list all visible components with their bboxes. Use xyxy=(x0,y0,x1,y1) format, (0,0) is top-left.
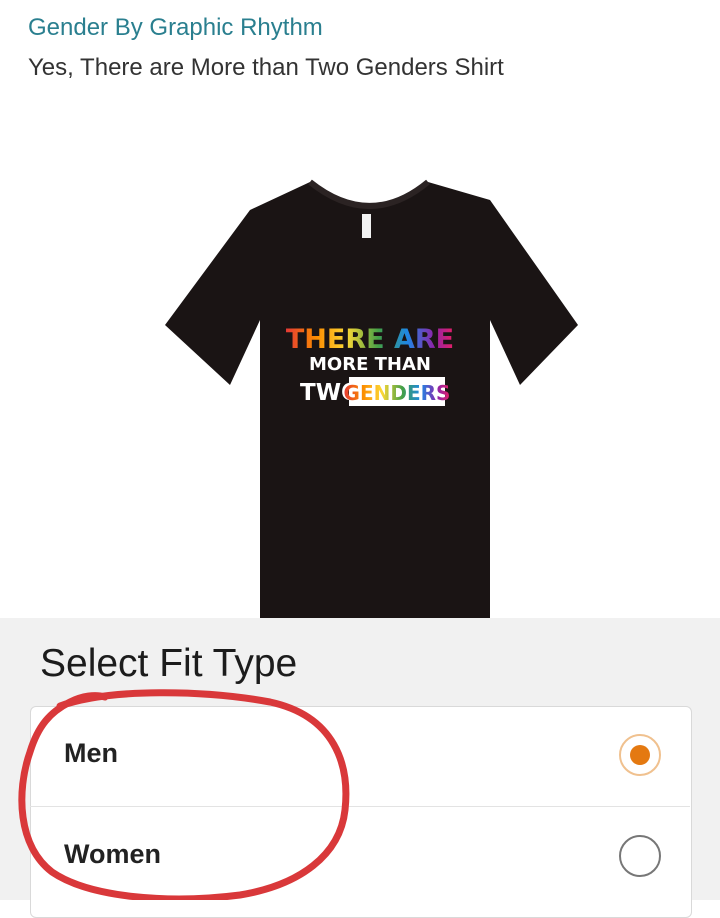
tshirt-image: THERE ARE MORE THAN TWO GENDERS xyxy=(165,179,578,618)
radio-selected-icon[interactable] xyxy=(619,734,661,776)
shirt-print-line2: MORE THAN xyxy=(309,354,431,375)
radio-unselected-icon[interactable] xyxy=(619,835,661,877)
shirt-print-genders: GENDERS xyxy=(344,381,451,405)
fit-option-label: Men xyxy=(64,738,118,768)
brand-link[interactable]: Gender By Graphic Rhythm xyxy=(28,14,323,42)
fit-type-heading: Select Fit Type xyxy=(40,642,298,685)
fit-option-men[interactable]: Men xyxy=(30,706,690,807)
product-title: Yes, There are More than Two Genders Shi… xyxy=(28,54,504,81)
shirt-print-line1: THERE ARE xyxy=(286,324,454,355)
product-image[interactable]: THERE ARE MORE THAN TWO GENDERS xyxy=(160,170,580,620)
fit-option-label: Women xyxy=(64,839,162,869)
fit-option-women[interactable]: Women xyxy=(30,807,690,907)
product-header: Gender By Graphic Rhythm Yes, There are … xyxy=(0,0,720,618)
